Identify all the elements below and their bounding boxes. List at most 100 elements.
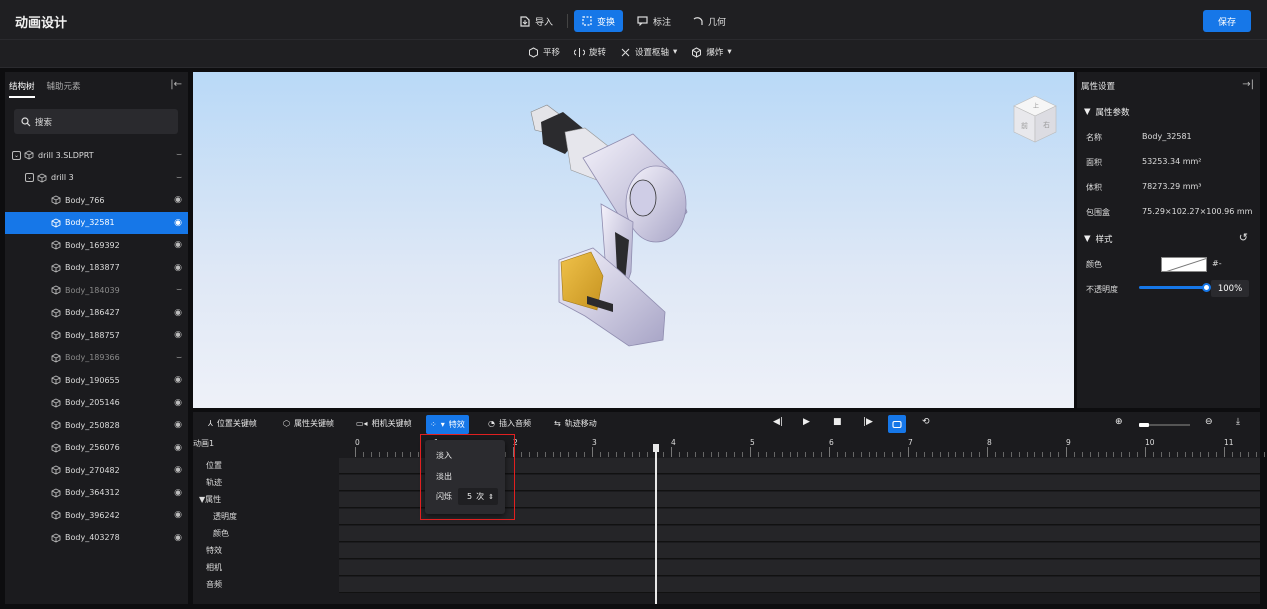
tab-transform[interactable]: 变换 — [574, 10, 624, 32]
eye-icon[interactable]: ◉ — [174, 218, 182, 228]
tree-item[interactable]: Body_396242 ◉ — [5, 504, 188, 527]
tree-item[interactable]: Body_403278 ◉ — [5, 527, 188, 550]
eye-icon[interactable]: ◉ — [174, 330, 182, 340]
eye-icon[interactable]: ◉ — [174, 533, 182, 543]
tree-item[interactable]: Body_186427 ◉ — [5, 302, 188, 325]
tree-item[interactable]: Body_184039 ⌣ — [5, 279, 188, 302]
view-cube-right-label: 右 — [1043, 120, 1050, 129]
move-icon — [529, 46, 538, 58]
zoom-slider-handle[interactable] — [1139, 423, 1149, 427]
3d-viewport[interactable]: 上 前 右 — [193, 72, 1074, 408]
position-keyframe-button[interactable]: ⅄ 位置关键帧 — [208, 418, 257, 429]
section-props[interactable]: ▼ 属性参数 — [1084, 106, 1130, 118]
prev-frame-icon[interactable]: ◀| — [773, 417, 783, 427]
track-row[interactable] — [339, 577, 1260, 593]
tree-item[interactable]: ⌄ drill 3 ⌣ — [5, 167, 188, 190]
expand-toggle-icon[interactable]: ⌄ — [12, 150, 21, 160]
section-style-label: 样式 — [1095, 235, 1113, 245]
insert-audio-button[interactable]: ◔ 插入音频 — [488, 418, 531, 429]
download-icon[interactable]: ⤓ — [1236, 417, 1240, 427]
play-icon[interactable]: ▶ — [803, 417, 810, 427]
tree-item[interactable]: Body_205146 ◉ — [5, 392, 188, 415]
color-swatch[interactable] — [1161, 257, 1207, 272]
tab-import[interactable]: 导入 — [512, 10, 561, 32]
tree-item-label: Body_403278 — [65, 533, 120, 543]
tree-item-label: Body_32581 — [65, 218, 115, 228]
tree-item[interactable]: Body_169392 ◉ — [5, 234, 188, 257]
eye-icon[interactable]: ◉ — [174, 488, 182, 498]
loop-icon — [892, 420, 902, 428]
zoom-out-icon[interactable]: ⊖ — [1205, 417, 1213, 427]
tree-item[interactable]: Body_250828 ◉ — [5, 414, 188, 437]
tree-item[interactable]: Body_766 ◉ — [5, 189, 188, 212]
explode-button[interactable]: 爆炸 ▾ — [691, 46, 732, 58]
tree-item[interactable]: Body_270482 ◉ — [5, 459, 188, 482]
tab-geometry[interactable]: 几何 — [685, 10, 734, 32]
collapse-right-panel-icon[interactable]: →| — [1242, 79, 1254, 90]
next-frame-icon[interactable]: |▶ — [863, 417, 873, 427]
search-input[interactable]: 搜索 — [14, 109, 178, 134]
ruler-tick — [710, 452, 712, 457]
top-tabs: 导入 变换 标注 几何 — [512, 10, 734, 32]
ruler-tick — [971, 452, 973, 457]
section-props-label: 属性参数 — [1095, 108, 1130, 118]
opacity-input[interactable]: 100% — [1211, 280, 1249, 297]
effects-label: 特效 — [448, 420, 465, 429]
single-play-icon[interactable]: ⟲ — [922, 417, 930, 427]
tree-item[interactable]: Body_256076 ◉ — [5, 437, 188, 460]
camera-keyframe-button[interactable]: ▭◂ 相机关键帧 — [356, 418, 412, 429]
tab-structure-tree[interactable]: 结构树 — [9, 80, 35, 98]
rotate-button[interactable]: 旋转 — [574, 46, 606, 58]
tree-item-label: Body_186427 — [65, 308, 120, 318]
expand-toggle-icon[interactable]: ⌄ — [25, 173, 34, 183]
tree-item[interactable]: ⌄ drill 3.SLDPRT ⌣ — [5, 144, 188, 167]
eye-icon[interactable]: ◉ — [174, 398, 182, 408]
track-row[interactable] — [339, 526, 1260, 542]
tab-annotation[interactable]: 标注 — [629, 10, 679, 32]
eye-icon[interactable]: ◉ — [174, 510, 182, 520]
eye-icon[interactable]: ◉ — [174, 263, 182, 273]
tree-item[interactable]: Body_32581 ◉ — [5, 211, 188, 234]
section-style[interactable]: ▼ 样式 — [1084, 233, 1113, 245]
collapse-panel-icon[interactable]: |← — [170, 79, 182, 90]
playhead[interactable] — [655, 446, 657, 604]
eye-closed-icon[interactable]: ⌣ — [176, 173, 182, 183]
tree-item[interactable]: Body_190655 ◉ — [5, 369, 188, 392]
eye-icon[interactable]: ◉ — [174, 465, 182, 475]
opacity-slider-handle[interactable] — [1202, 283, 1211, 292]
eye-icon[interactable]: ◉ — [174, 375, 182, 385]
zoom-in-icon[interactable]: ⊕ — [1115, 417, 1123, 427]
stop-icon[interactable]: ■ — [833, 417, 842, 427]
tree-item[interactable]: Body_189366 ⌣ — [5, 347, 188, 370]
chevron-down-icon: ▾ — [673, 47, 678, 57]
opacity-slider-track[interactable] — [1139, 286, 1209, 289]
effects-button[interactable]: ⁘ ▾ 特效 — [426, 415, 469, 434]
eye-closed-icon[interactable]: ⌣ — [176, 150, 182, 160]
track-move-button[interactable]: ⇆ 轨迹移动 — [554, 418, 597, 429]
pivot-button[interactable]: 设置枢轴 ▾ — [620, 46, 677, 58]
ruler-tick — [876, 452, 878, 457]
save-button[interactable]: 保存 — [1203, 10, 1251, 32]
tree-item[interactable]: Body_183877 ◉ — [5, 257, 188, 280]
view-cube[interactable]: 上 前 右 — [1012, 94, 1058, 144]
reset-icon[interactable]: ↺ — [1239, 231, 1248, 244]
ruler-tick — [536, 452, 538, 457]
ruler-tick — [923, 452, 925, 457]
eye-closed-icon[interactable]: ⌣ — [176, 285, 182, 295]
loop-button[interactable] — [888, 415, 906, 433]
property-keyframe-button[interactable]: ⬡ 属性关键帧 — [283, 418, 334, 429]
tree-item[interactable]: Body_364312 ◉ — [5, 482, 188, 505]
move-button[interactable]: 平移 — [528, 46, 560, 58]
eye-icon[interactable]: ◉ — [174, 195, 182, 205]
ruler-tick — [1121, 452, 1123, 457]
eye-icon[interactable]: ◉ — [174, 420, 182, 430]
eye-icon[interactable]: ◉ — [174, 443, 182, 453]
tree-item[interactable]: Body_188757 ◉ — [5, 324, 188, 347]
eye-closed-icon[interactable]: ⌣ — [176, 353, 182, 363]
eye-icon[interactable]: ◉ — [174, 308, 182, 318]
track-row[interactable] — [339, 543, 1260, 559]
tab-helper-elements[interactable]: 辅助元素 — [47, 80, 81, 98]
eye-icon[interactable]: ◉ — [174, 240, 182, 250]
tree-item-label: Body_184039 — [65, 285, 120, 295]
track-row[interactable] — [339, 560, 1260, 576]
